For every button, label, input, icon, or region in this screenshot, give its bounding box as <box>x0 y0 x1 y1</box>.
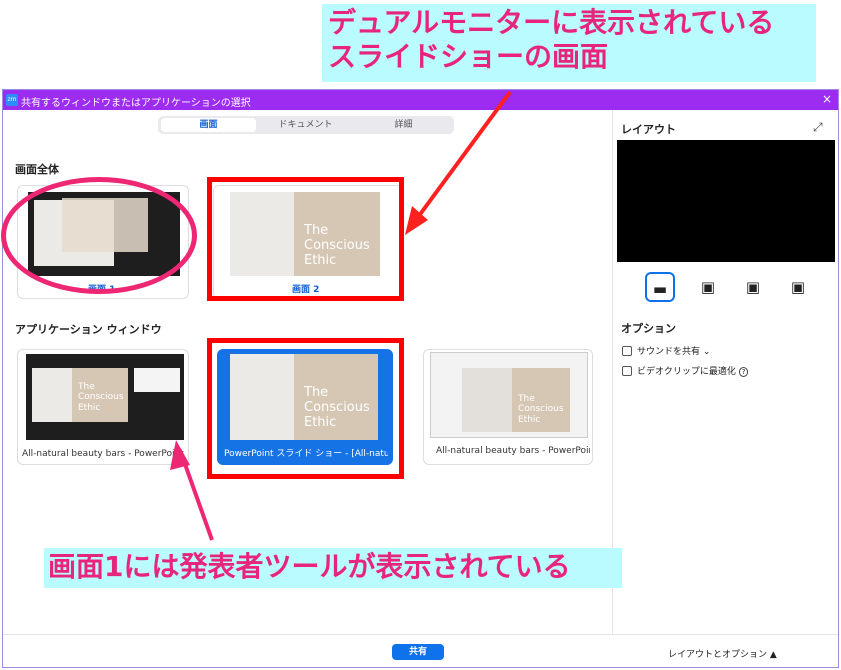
bottom-callout: 画面1には発表者ツールが表示されている <box>44 548 622 588</box>
pink-arrow-head <box>170 440 190 470</box>
red-arrow-line <box>408 90 512 230</box>
